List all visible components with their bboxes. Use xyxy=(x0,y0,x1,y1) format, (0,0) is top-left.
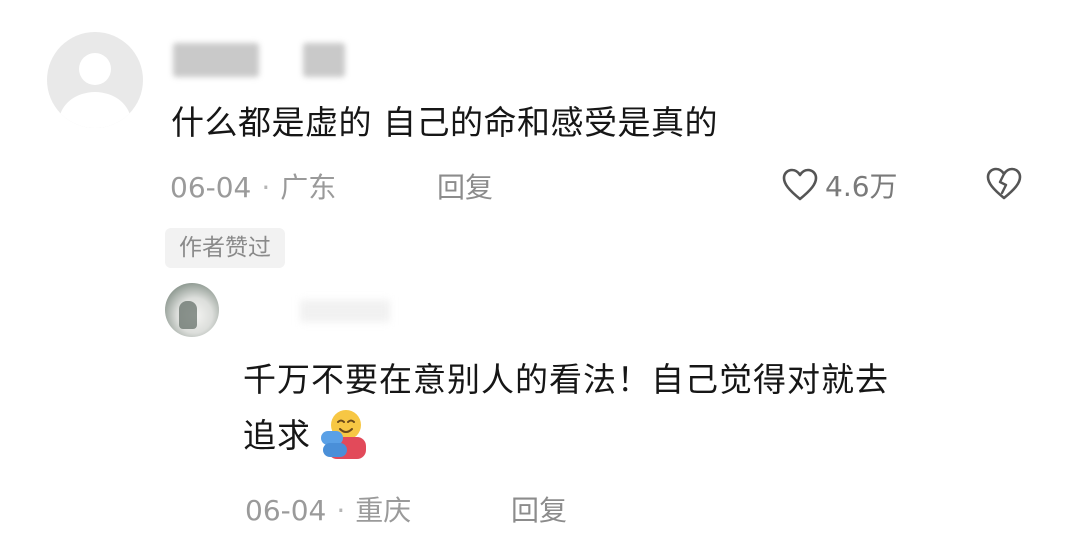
commenter-name-redacted[interactable] xyxy=(173,43,259,77)
reply-text-line-2-row: 追求 xyxy=(243,407,1043,463)
reply-text-line-1: 千万不要在意别人的看法！自己觉得对就去 xyxy=(243,360,889,399)
reply-reply-button[interactable]: 回复 xyxy=(511,489,567,529)
commenter-avatar[interactable] xyxy=(47,32,143,128)
reply-location: 重庆 xyxy=(355,494,412,527)
comment-text: 什么都是虚的 自己的命和感受是真的 xyxy=(171,103,718,142)
meta-separator: · xyxy=(336,494,346,527)
comment-reply-button[interactable]: 回复 xyxy=(437,166,493,206)
reply-text: 千万不要在意别人的看法！自己觉得对就去 追求 xyxy=(243,352,1043,463)
comment-meta: 06-04 · 广东 xyxy=(170,166,336,206)
heart-outline-icon xyxy=(782,168,818,201)
like-button[interactable]: 4.6万 xyxy=(781,165,898,205)
comment-thread: 什么都是虚的 自己的命和感受是真的 06-04 · 广东 回复 4.6万 作者赞过 … xyxy=(0,0,1080,550)
comment-location: 广东 xyxy=(280,171,337,204)
meta-separator: · xyxy=(261,171,271,204)
replier-avatar[interactable] xyxy=(165,283,219,337)
replier-name-redacted[interactable] xyxy=(300,300,390,322)
reply-text-line-2: 追求 xyxy=(243,415,311,455)
reply-date: 06-04 xyxy=(245,494,327,527)
like-count: 4.6万 xyxy=(825,170,898,203)
author-liked-badge: 作者赞过 xyxy=(165,228,285,268)
avatar-head-shape xyxy=(79,53,111,85)
hugging-face-emoji xyxy=(321,410,366,459)
avatar-photo-figure xyxy=(179,301,197,329)
comment-date: 06-04 xyxy=(170,171,252,204)
reply-meta: 06-04 · 重庆 xyxy=(245,489,411,529)
broken-heart-icon[interactable] xyxy=(985,166,1023,202)
commenter-name-redacted-tag xyxy=(303,43,345,77)
avatar-body-shape xyxy=(59,92,131,128)
